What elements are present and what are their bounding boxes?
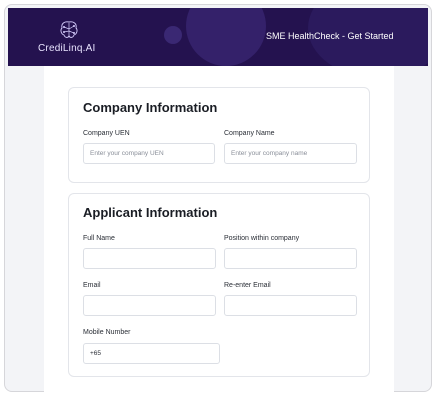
form-container: Company Information Company UEN Enter yo… <box>44 66 394 392</box>
company-uen-input[interactable]: Enter your company UEN <box>83 143 215 164</box>
email-input[interactable] <box>83 295 216 316</box>
mobile-number-input[interactable]: +65 <box>83 343 220 364</box>
logo-text: CrediLinq.AI <box>38 43 96 54</box>
position-label: Position within company <box>224 235 300 242</box>
reenter-email-label: Re-enter Email <box>224 282 271 289</box>
page-title: SME HealthCheck - Get Started <box>266 31 394 41</box>
logo[interactable]: CrediLinq.AI <box>38 20 118 60</box>
email-label: Email <box>83 282 101 289</box>
full-name-label: Full Name <box>83 235 115 242</box>
reenter-email-input[interactable] <box>224 295 357 316</box>
company-name-input[interactable]: Enter your company name <box>224 143 357 164</box>
company-name-label: Company Name <box>224 130 275 137</box>
company-information-card: Company Information Company UEN Enter yo… <box>68 87 370 183</box>
brain-circuit-icon <box>60 21 78 38</box>
top-navbar: CrediLinq.AI SME HealthCheck - Get Start… <box>8 8 428 66</box>
applicant-information-card: Applicant Information Full Name Position… <box>68 193 370 377</box>
decor-circle <box>164 26 182 44</box>
full-name-input[interactable] <box>83 248 216 269</box>
section-title: Applicant Information <box>83 205 218 220</box>
decor-circle <box>186 8 266 66</box>
mobile-number-label: Mobile Number <box>83 329 131 336</box>
position-input[interactable] <box>224 248 357 269</box>
section-title: Company Information <box>83 100 218 115</box>
company-uen-label: Company UEN <box>83 130 130 137</box>
